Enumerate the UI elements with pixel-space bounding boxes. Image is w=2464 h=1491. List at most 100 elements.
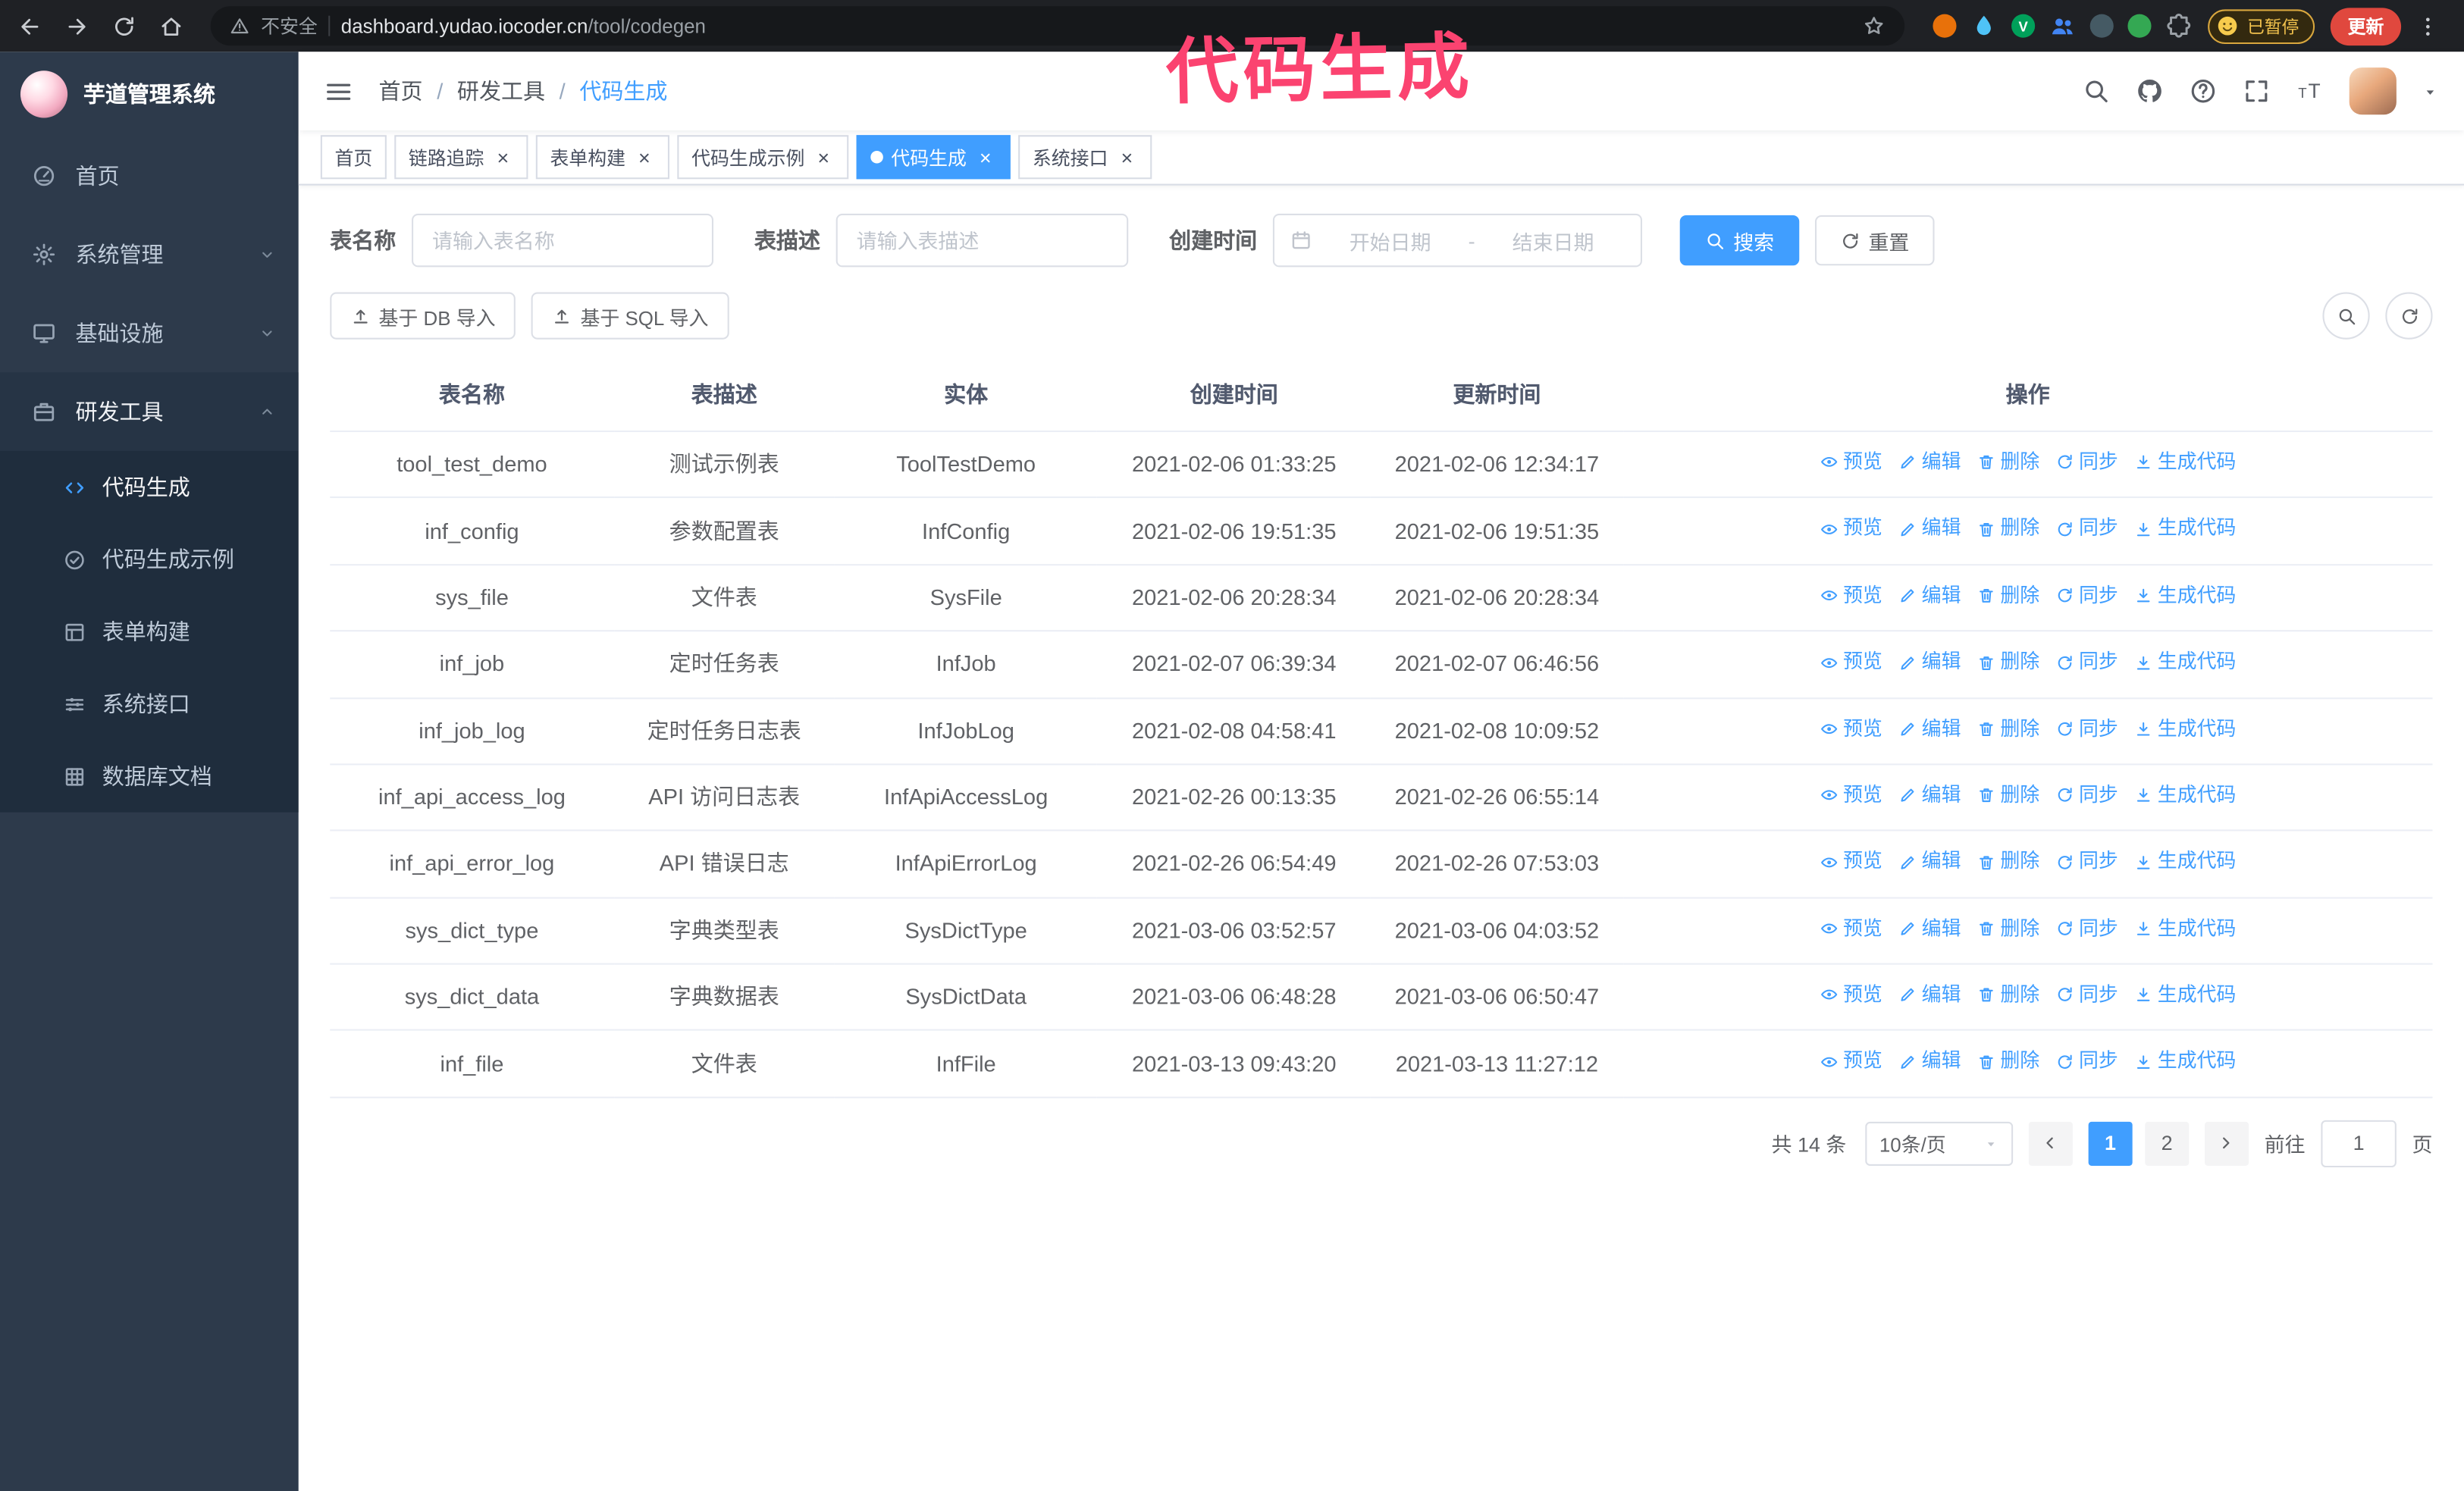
sidebar-subitem-form-builder[interactable]: 表单构建: [0, 596, 299, 668]
goto-page-input[interactable]: [2321, 1120, 2397, 1167]
tag-home[interactable]: 首页: [320, 135, 387, 180]
action-preview[interactable]: 预览: [1820, 1047, 1882, 1076]
action-preview[interactable]: 预览: [1820, 448, 1882, 478]
action-edit[interactable]: 编辑: [1898, 515, 1961, 544]
action-edit[interactable]: 编辑: [1898, 1047, 1961, 1076]
bookmark-star-icon[interactable]: [1862, 14, 1886, 38]
extension-leaf-icon[interactable]: [2127, 14, 2152, 38]
browser-forward-icon[interactable]: [57, 5, 98, 46]
action-edit[interactable]: 编辑: [1898, 581, 1961, 610]
close-icon[interactable]: ×: [1116, 146, 1138, 168]
action-delete[interactable]: 删除: [1977, 581, 2039, 610]
fullscreen-icon[interactable]: [2243, 77, 2271, 105]
action-sync[interactable]: 同步: [2055, 781, 2118, 810]
breadcrumb-item[interactable]: 首页: [379, 75, 423, 106]
extension-people-icon[interactable]: [2049, 13, 2076, 39]
action-generate-code[interactable]: 生成代码: [2134, 448, 2236, 478]
avatar-caret-icon[interactable]: [2422, 83, 2439, 100]
action-sync[interactable]: 同步: [2055, 914, 2118, 944]
extensions-puzzle-icon[interactable]: [2165, 13, 2192, 39]
action-edit[interactable]: 编辑: [1898, 448, 1961, 478]
action-delete[interactable]: 删除: [1977, 1047, 2039, 1076]
action-generate-code[interactable]: 生成代码: [2134, 1047, 2236, 1076]
action-preview[interactable]: 预览: [1820, 714, 1882, 744]
tag-tracer[interactable]: 链路追踪 ×: [394, 135, 528, 180]
action-edit[interactable]: 编辑: [1898, 647, 1961, 677]
close-icon[interactable]: ×: [492, 146, 514, 168]
action-sync[interactable]: 同步: [2055, 515, 2118, 544]
action-generate-code[interactable]: 生成代码: [2134, 581, 2236, 610]
close-icon[interactable]: ×: [813, 146, 835, 168]
reset-button[interactable]: 重置: [1815, 215, 1935, 266]
tag-codegen-example[interactable]: 代码生成示例 ×: [677, 135, 849, 180]
action-delete[interactable]: 删除: [1977, 448, 2039, 478]
action-sync[interactable]: 同步: [2055, 1047, 2118, 1076]
sidebar-subitem-codegen-example[interactable]: 代码生成示例: [0, 523, 299, 595]
browser-back-icon[interactable]: [9, 5, 50, 46]
action-edit[interactable]: 编辑: [1898, 781, 1961, 810]
extension-green-v-icon[interactable]: V: [2011, 14, 2036, 38]
browser-home-icon[interactable]: [151, 5, 192, 46]
action-delete[interactable]: 删除: [1977, 647, 2039, 677]
table-desc-input[interactable]: [835, 213, 1129, 268]
hamburger-icon[interactable]: [324, 77, 353, 106]
action-delete[interactable]: 删除: [1977, 714, 2039, 744]
action-delete[interactable]: 删除: [1977, 914, 2039, 944]
action-edit[interactable]: 编辑: [1898, 847, 1961, 877]
table-name-input[interactable]: [412, 213, 714, 268]
sidebar-subitem-system-api[interactable]: 系统接口: [0, 668, 299, 740]
action-generate-code[interactable]: 生成代码: [2134, 914, 2236, 944]
action-sync[interactable]: 同步: [2055, 448, 2118, 478]
app-logo[interactable]: 芋道管理系统: [0, 52, 299, 136]
tag-form-builder[interactable]: 表单构建 ×: [535, 135, 670, 180]
action-sync[interactable]: 同步: [2055, 581, 2118, 610]
close-icon[interactable]: ×: [974, 146, 996, 168]
action-generate-code[interactable]: 生成代码: [2134, 847, 2236, 877]
action-generate-code[interactable]: 生成代码: [2134, 980, 2236, 1010]
next-page-button[interactable]: [2204, 1121, 2249, 1166]
sidebar-subitem-codegen[interactable]: 代码生成: [0, 451, 299, 523]
action-preview[interactable]: 预览: [1820, 781, 1882, 810]
sidebar-item-infra[interactable]: 基础设施: [0, 294, 299, 373]
action-delete[interactable]: 删除: [1977, 980, 2039, 1010]
refresh-table-button[interactable]: [2385, 292, 2433, 340]
prev-page-button[interactable]: [2028, 1121, 2073, 1166]
header-search-icon[interactable]: [2082, 77, 2110, 105]
page-size-select[interactable]: 10条/页: [1865, 1121, 2014, 1166]
import-sql-button[interactable]: 基于 SQL 导入: [531, 292, 729, 340]
page-button-1[interactable]: 1: [2088, 1121, 2133, 1166]
toggle-search-button[interactable]: [2322, 292, 2370, 340]
browser-refresh-icon[interactable]: [104, 5, 145, 46]
browser-update-button[interactable]: 更新: [2330, 7, 2402, 45]
action-preview[interactable]: 预览: [1820, 980, 1882, 1010]
sidebar-subitem-db-doc[interactable]: 数据库文档: [0, 740, 299, 812]
action-generate-code[interactable]: 生成代码: [2134, 647, 2236, 677]
extension-orange-icon[interactable]: [1933, 14, 1957, 38]
tag-codegen[interactable]: 代码生成 ×: [856, 135, 1011, 180]
action-edit[interactable]: 编辑: [1898, 914, 1961, 944]
action-edit[interactable]: 编辑: [1898, 980, 1961, 1010]
action-generate-code[interactable]: 生成代码: [2134, 515, 2236, 544]
close-icon[interactable]: ×: [633, 146, 655, 168]
sidebar-item-home[interactable]: 首页: [0, 136, 299, 215]
action-sync[interactable]: 同步: [2055, 714, 2118, 744]
github-icon[interactable]: [2136, 77, 2164, 105]
action-sync[interactable]: 同步: [2055, 647, 2118, 677]
search-button[interactable]: 搜索: [1679, 215, 1800, 266]
address-bar[interactable]: 不安全 dashboard.yudao.iocoder.cn/tool/code…: [210, 6, 1905, 46]
extension-dark-icon[interactable]: [2089, 14, 2114, 38]
action-preview[interactable]: 预览: [1820, 847, 1882, 877]
action-delete[interactable]: 删除: [1977, 515, 2039, 544]
profile-paused-badge[interactable]: 已暂停: [2208, 8, 2315, 43]
import-db-button[interactable]: 基于 DB 导入: [330, 292, 516, 340]
breadcrumb-item[interactable]: 研发工具: [457, 75, 545, 106]
action-preview[interactable]: 预览: [1820, 581, 1882, 610]
action-sync[interactable]: 同步: [2055, 847, 2118, 877]
action-generate-code[interactable]: 生成代码: [2134, 781, 2236, 810]
sidebar-item-devtools[interactable]: 研发工具: [0, 372, 299, 451]
sidebar-item-system[interactable]: 系统管理: [0, 215, 299, 294]
action-sync[interactable]: 同步: [2055, 980, 2118, 1010]
help-icon[interactable]: [2189, 77, 2217, 105]
action-preview[interactable]: 预览: [1820, 515, 1882, 544]
action-delete[interactable]: 删除: [1977, 781, 2039, 810]
